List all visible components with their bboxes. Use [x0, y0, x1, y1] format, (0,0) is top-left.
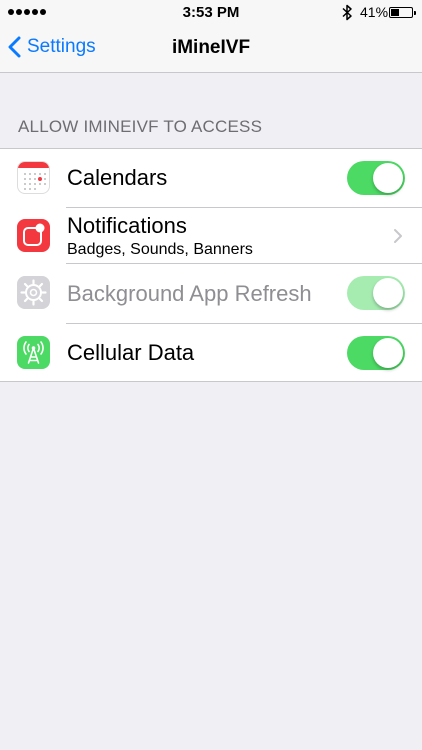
section-header: ALLOW IMINEIVF TO ACCESS [18, 117, 263, 136]
status-time: 3:53 PM [182, 4, 240, 21]
background-app-refresh-toggle [347, 276, 405, 310]
cellular-data-toggle[interactable] [347, 336, 405, 370]
notifications-row[interactable]: Notifications Badges, Sounds, Banners [0, 208, 422, 264]
notifications-label: Notifications [67, 213, 187, 238]
calendars-label: Calendars [67, 165, 168, 190]
chevron-right-icon [394, 229, 402, 243]
bluetooth-icon [342, 4, 352, 21]
battery-percentage: 41% [360, 4, 389, 20]
calendar-icon [17, 161, 50, 194]
page-title: iMineIVF [171, 37, 251, 58]
background-app-refresh-label: Background App Refresh [67, 281, 312, 306]
calendars-row[interactable]: Calendars [0, 149, 422, 208]
cellular-data-label: Cellular Data [67, 340, 195, 365]
navigation-bar: Settings iMineIVF [0, 26, 422, 73]
background-app-refresh-row: Background App Refresh [0, 264, 422, 324]
permissions-list: Calendars Notifications Badges, Sounds, … [0, 148, 422, 382]
notifications-icon [17, 219, 50, 252]
calendars-toggle[interactable] [347, 161, 405, 195]
cellular-antenna-icon [17, 336, 50, 369]
notifications-subtitle: Badges, Sounds, Banners [67, 241, 253, 258]
cellular-data-row[interactable]: Cellular Data [0, 324, 422, 382]
status-bar: 3:53 PM 41% [0, 0, 422, 26]
gear-icon [17, 276, 50, 309]
battery-icon [389, 7, 416, 18]
battery-fill [391, 9, 399, 16]
